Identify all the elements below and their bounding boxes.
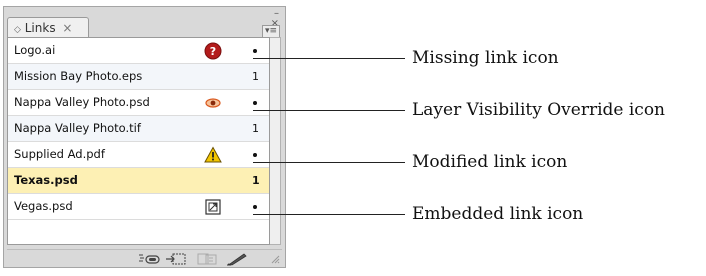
svg-text:?: ?: [210, 45, 216, 58]
panel-bottom-toolbar: [7, 249, 282, 266]
tab-close-icon[interactable]: ×: [62, 21, 72, 35]
update-link-icon[interactable]: [195, 252, 219, 266]
page-dot-icon: [253, 101, 257, 105]
callout-line-override: [253, 110, 405, 111]
link-name: Logo.ai: [14, 43, 56, 57]
list-item-texas[interactable]: Texas.psd 1: [8, 168, 269, 194]
callout-line-modified: [253, 162, 405, 163]
go-to-link-icon[interactable]: [165, 252, 189, 266]
callout-label-missing: Missing link icon: [412, 48, 559, 68]
link-name: Nappa Valley Photo.tif: [14, 121, 141, 135]
tab-collapse-icon[interactable]: ◇: [14, 25, 21, 35]
link-name: Texas.psd: [14, 173, 78, 187]
links-panel: – × ◇ Links × ▾≡ Logo.ai ? Mission Bay P…: [3, 6, 286, 268]
page-number: 1: [252, 70, 259, 83]
edit-original-icon[interactable]: [225, 252, 249, 266]
link-name: Vegas.psd: [14, 199, 73, 213]
modified-link-icon: [204, 146, 222, 163]
list-item-logo[interactable]: Logo.ai ?: [8, 38, 269, 64]
callout-label-override: Layer Visibility Override icon: [412, 100, 666, 120]
link-name: Nappa Valley Photo.psd: [14, 95, 150, 109]
list-item-vegas[interactable]: Vegas.psd: [8, 194, 269, 220]
callout-label-modified: Modified link icon: [412, 152, 568, 172]
links-list: Logo.ai ? Mission Bay Photo.eps 1 Nappa …: [7, 37, 270, 245]
relink-icon[interactable]: [137, 252, 161, 266]
callout-line-embedded: [253, 214, 405, 215]
page-dot-icon: [253, 49, 257, 53]
callout-label-embedded: Embedded link icon: [412, 204, 584, 224]
list-item-mission-bay[interactable]: Mission Bay Photo.eps 1: [8, 64, 269, 90]
list-item-supplied-ad[interactable]: Supplied Ad.pdf: [8, 142, 269, 168]
page-number: 1: [252, 174, 260, 187]
list-item-nappa-psd[interactable]: Nappa Valley Photo.psd: [8, 90, 269, 116]
page-number: 1: [252, 122, 259, 135]
embedded-link-icon: [205, 199, 221, 215]
callout-line-missing: [253, 58, 405, 59]
tab-links[interactable]: ◇ Links ×: [7, 17, 89, 38]
missing-link-icon: ?: [204, 42, 222, 60]
page-dot-icon: [253, 205, 257, 209]
link-name: Mission Bay Photo.eps: [14, 69, 143, 83]
tab-label: Links: [24, 21, 56, 35]
layer-visibility-override-icon: [205, 98, 221, 108]
link-name: Supplied Ad.pdf: [14, 147, 105, 161]
list-item-nappa-tif[interactable]: Nappa Valley Photo.tif 1: [8, 116, 269, 142]
page-dot-icon: [253, 153, 257, 157]
resize-grip-icon[interactable]: [270, 254, 280, 264]
